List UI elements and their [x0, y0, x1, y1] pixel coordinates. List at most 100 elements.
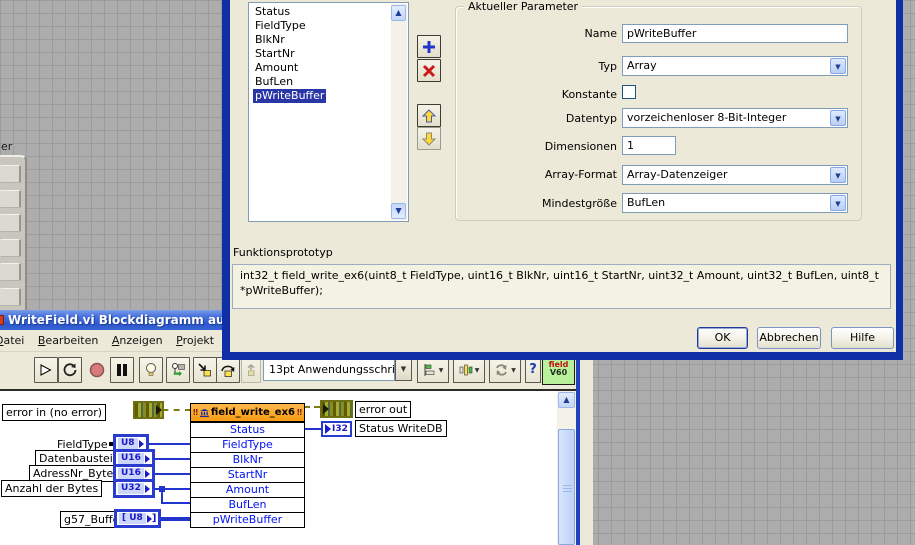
step-out-button[interactable] [241, 357, 261, 383]
call-library-node[interactable]: ‼ field_write_ex6 ‼ Status FieldType Blk… [190, 403, 305, 528]
run-continuous-button[interactable] [58, 357, 82, 383]
menu-datei[interactable]: Datei [0, 333, 29, 348]
node-row-blknr[interactable]: BlkNr [191, 452, 304, 467]
chevron-down-icon[interactable]: ▼ [830, 167, 846, 183]
datentyp-select[interactable]: vorzeichenloser 8-Bit-Integer ▼ [622, 108, 848, 128]
align-caret: ▼ [438, 366, 444, 374]
status-writedb-label[interactable]: Status WriteDB [355, 420, 447, 437]
array-format-select[interactable]: Array-Datenzeiger ▼ [622, 165, 848, 185]
step-over-icon [221, 365, 235, 377]
node-row-pwritebuffer[interactable]: pWriteBuffer [191, 512, 304, 527]
prototype-text: int32_t field_write_ex6(uint8_t FieldTyp… [232, 264, 891, 309]
terminal-arrow-icon [144, 454, 150, 463]
status-writedb-terminal[interactable]: I32 [321, 421, 352, 437]
align-objects-icon [424, 364, 434, 376]
node-row-amount[interactable]: Amount [191, 482, 304, 497]
input-terminal-amount[interactable]: U32 [113, 479, 155, 498]
chevron-down-icon[interactable]: ▼ [830, 58, 846, 74]
terminal-arrow-icon [138, 439, 144, 448]
background-partial-label: er [1, 140, 13, 153]
error-out-terminal[interactable] [320, 400, 353, 418]
terminal-type: U16 [118, 468, 144, 479]
retain-wire-values-button[interactable] [166, 357, 190, 383]
highlight-execution-button[interactable] [139, 357, 163, 383]
plus-icon [423, 40, 435, 53]
name-label: Name [584, 27, 617, 40]
distribute-objects-button[interactable]: ▼ [453, 357, 485, 383]
window-title: WriteField.vi Blockdiagramm auf A [8, 313, 244, 327]
background-stack-panel [0, 155, 27, 310]
terminal-type: U16 [118, 453, 144, 464]
error-out-wire [304, 406, 320, 408]
error-in-terminal[interactable] [133, 401, 164, 419]
node-row-startnr[interactable]: StartNr [191, 467, 304, 482]
reorder-caret: ▼ [511, 366, 516, 374]
dimensionen-input[interactable]: 1 [622, 136, 676, 155]
listbox-scroll-up-button[interactable]: ▲ [391, 5, 406, 21]
error-check-mark-icon: ‼ [193, 407, 199, 417]
node-row-status[interactable]: Status [191, 422, 304, 437]
menu-projekt[interactable]: Projekt [171, 333, 219, 348]
run-continuous-icon [63, 363, 77, 377]
node-row-fieldtype[interactable]: FieldType [191, 437, 304, 452]
retain-wire-values-icon [172, 363, 185, 377]
chevron-down-icon[interactable]: ▼ [830, 195, 846, 211]
listbox-scroll-down-button[interactable]: ▲ [391, 203, 406, 219]
step-over-button[interactable] [216, 357, 240, 383]
listbox-scrollbar[interactable]: ▲ ▲ [391, 4, 407, 220]
add-parameter-button[interactable] [417, 35, 441, 58]
scroll-grip [563, 484, 572, 493]
cancel-button[interactable]: Abbrechen [757, 327, 821, 349]
list-item: Amount [255, 61, 299, 74]
error-out-label[interactable]: error out [355, 401, 412, 418]
delete-parameter-button[interactable] [417, 59, 441, 82]
konstante-label: Konstante [561, 88, 617, 101]
move-down-button[interactable] [417, 127, 441, 150]
typ-select[interactable]: Array ▼ [622, 56, 848, 76]
context-help-button[interactable]: ? [525, 357, 541, 383]
terminal-arrow-icon [144, 469, 150, 478]
move-up-button[interactable] [417, 104, 441, 127]
datentyp-label: Datentyp [565, 112, 617, 125]
up-arrow-icon [422, 108, 436, 122]
step-into-button[interactable] [193, 357, 217, 383]
align-objects-button[interactable]: ▼ [417, 357, 449, 383]
abort-button[interactable] [86, 357, 108, 383]
list-item: BlkNr [255, 33, 285, 46]
abort-icon [89, 362, 105, 378]
terminal-arrow-icon [325, 424, 331, 434]
distribute-objects-icon [459, 364, 472, 376]
input-label-anzahl-der-bytes[interactable]: Anzahl der Bytes [1, 480, 103, 497]
konstante-checkbox[interactable] [622, 85, 636, 99]
reorder-button[interactable]: ▼ [489, 357, 521, 383]
run-button[interactable] [34, 357, 58, 383]
scroll-thumb[interactable] [558, 429, 575, 545]
pause-button[interactable] [110, 357, 134, 383]
menu-bearbeiten[interactable]: Bearbeiten [33, 333, 103, 348]
error-check-mark-icon: ‼ [296, 407, 302, 417]
font-selector[interactable]: 13pt Anwendungsschriftart [263, 358, 395, 381]
stack-bar [0, 190, 21, 208]
stack-bar [0, 263, 21, 281]
ok-button[interactable]: OK [697, 327, 748, 349]
chevron-down-icon[interactable]: ▼ [830, 110, 846, 126]
array-format-label: Array-Format [544, 168, 617, 181]
buflen-wire [161, 502, 192, 504]
run-arrow-icon [40, 364, 52, 376]
name-input[interactable]: pWriteBuffer [622, 24, 848, 43]
library-icon [200, 408, 209, 417]
help-button[interactable]: Hilfe [831, 327, 894, 349]
mindestgroesse-select[interactable]: BufLen ▼ [622, 193, 848, 213]
menu-anzeigen[interactable]: Anzeigen [107, 333, 168, 348]
font-selector-dropdown-button[interactable]: ▼ [395, 358, 412, 381]
terminal-type: U8 [118, 438, 138, 449]
parameter-listbox[interactable]: Status FieldType BlkNr StartNr Amount Bu… [248, 2, 409, 222]
reorder-icon [496, 364, 508, 376]
input-terminal-pwritebuffer[interactable]: U8 [114, 509, 162, 528]
scroll-up-button[interactable]: ▲ [558, 392, 575, 408]
list-item: Status [255, 5, 291, 18]
error-in-label[interactable]: error in (no error) [2, 404, 107, 421]
node-row-buflen[interactable]: BufLen [191, 497, 304, 512]
diagram-vertical-scrollbar[interactable]: ▲ [557, 391, 576, 545]
lightbulb-icon [146, 363, 156, 376]
